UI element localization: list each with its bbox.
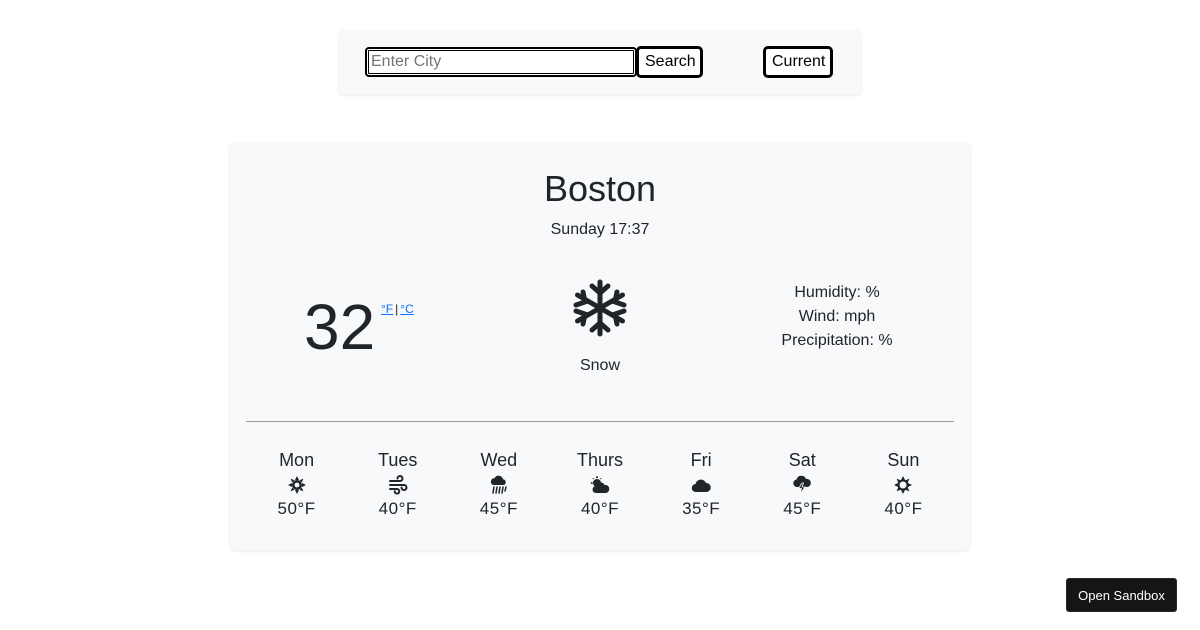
forecast-temp: 35°F xyxy=(682,499,721,518)
forecast-day: Fri 35°F xyxy=(651,449,752,519)
fahrenheit-link[interactable]: °F xyxy=(381,302,393,316)
unit-toggle: °F | °C xyxy=(381,302,414,316)
wind-icon xyxy=(388,475,408,495)
forecast-temp: 40°F xyxy=(884,499,923,518)
forecast-day-name: Sat xyxy=(788,450,816,470)
sun-icon xyxy=(287,476,306,494)
forecast-day-name: Tues xyxy=(378,450,418,470)
celsius-link[interactable]: °C xyxy=(400,302,413,316)
forecast-day: Tues 40°F xyxy=(347,449,448,519)
forecast-day-name: Fri xyxy=(690,450,712,470)
divider xyxy=(246,421,954,422)
forecast-day-name: Sun xyxy=(887,450,920,470)
rain-icon xyxy=(490,475,507,494)
unit-separator: | xyxy=(395,302,399,316)
weather-card: Boston Sunday 17:37 32 °F | °C Snow Humidi… xyxy=(230,142,970,550)
forecast-day: Sat 45°F xyxy=(752,449,853,519)
snowflake-icon xyxy=(573,279,627,337)
precipitation-text: Precipitation: % xyxy=(781,332,893,349)
current-location-button[interactable]: Current xyxy=(763,46,833,78)
forecast-day-name: Thurs xyxy=(576,450,623,470)
forecast-temp: 40°F xyxy=(378,499,417,518)
forecast-day-name: Mon xyxy=(279,450,315,470)
forecast-day: Mon 50°F xyxy=(246,449,347,519)
search-bar: Search Current xyxy=(339,30,861,94)
partly-cloudy-icon xyxy=(589,475,610,493)
city-search-input[interactable] xyxy=(365,47,637,77)
city-name: Boston xyxy=(543,168,657,209)
forecast-day: Thurs 40°F xyxy=(549,449,650,519)
weather-stats: Humidity: % Wind: mph Precipitation: % xyxy=(757,281,917,353)
cloud-icon xyxy=(691,479,711,493)
forecast-temp: 40°F xyxy=(580,499,620,518)
forecast-day: Sun 40°F xyxy=(853,449,954,519)
forecast-day: Wed 45°F xyxy=(448,449,549,519)
forecast-temp: 45°F xyxy=(783,499,822,518)
current-temperature: 32 xyxy=(304,291,376,363)
weather-condition: Snow xyxy=(579,357,621,374)
forecast-temp: 45°F xyxy=(479,499,518,518)
wind-text: Wind: mph xyxy=(798,308,876,325)
thunderstorm-icon xyxy=(793,475,812,495)
sun-outline-icon xyxy=(894,476,913,494)
open-sandbox-button[interactable]: Open Sandbox xyxy=(1066,578,1177,612)
search-button[interactable]: Search xyxy=(636,46,703,78)
humidity-text: Humidity: % xyxy=(794,284,880,301)
forecast-row: Mon 50°F Tues 40°F Wed 45°F Thurs 40°F F… xyxy=(246,449,954,519)
date-time: Sunday 17:37 xyxy=(550,221,650,238)
forecast-day-name: Wed xyxy=(480,450,518,470)
forecast-temp: 50°F xyxy=(277,499,316,518)
